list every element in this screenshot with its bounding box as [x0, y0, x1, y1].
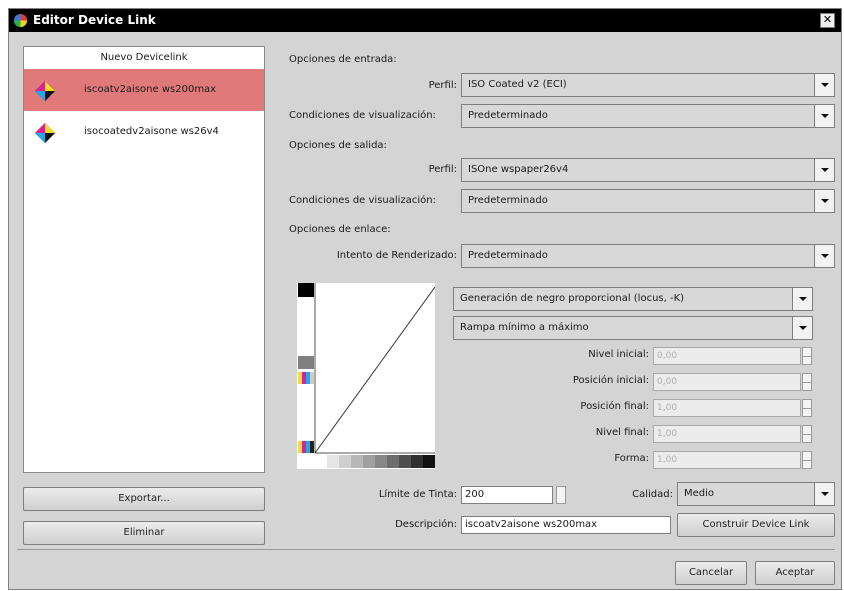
rendering-intent-value: Predeterminado — [468, 250, 548, 261]
cancel-button[interactable]: Cancelar — [675, 561, 747, 585]
output-profile-value: ISOne wspaper26v4 — [468, 164, 569, 175]
end-level-value: 1,00 — [657, 429, 678, 439]
end-level-label: Nivel final: — [595, 427, 649, 438]
spin-arrows-icon[interactable] — [802, 451, 812, 469]
list-item-label: isocoatedv2aisone ws26v4 — [84, 126, 219, 137]
quality-select[interactable]: Medio — [677, 482, 835, 506]
export-button[interactable]: Exportar... — [23, 487, 265, 511]
shape-value: 1,00 — [657, 455, 678, 465]
close-button[interactable]: ✕ — [820, 13, 835, 28]
chevron-down-icon[interactable] — [792, 317, 812, 339]
end-position-input[interactable]: 1,00 — [653, 399, 812, 417]
input-view-label: Condiciones de visualización: — [289, 110, 436, 121]
chevron-down-icon[interactable] — [814, 74, 834, 96]
new-devicelink-item[interactable]: Nuevo Devicelink — [24, 47, 264, 69]
ink-limit-value: 200 — [465, 489, 485, 500]
end-level-input[interactable]: 1,00 — [653, 425, 812, 443]
description-input[interactable]: iscoatv2aisone ws200max — [461, 516, 671, 534]
output-view-value: Predeterminado — [468, 195, 548, 206]
output-profile-label: Perfil: — [428, 164, 457, 175]
end-position-value: 1,00 — [657, 403, 678, 413]
spin-arrows-icon[interactable] — [802, 373, 812, 391]
footer-divider — [17, 549, 835, 550]
black-generation-select[interactable]: Generación de negro proporcional (locus,… — [453, 287, 813, 311]
chevron-down-icon[interactable] — [814, 105, 834, 127]
end-position-label: Posición final: — [580, 401, 649, 412]
ramp-value: Rampa mínimo a máximo — [460, 322, 589, 333]
list-item-label: iscoatv2aisone ws200max — [84, 84, 217, 95]
quality-value: Medio — [684, 488, 715, 499]
spin-arrows-icon[interactable] — [802, 347, 812, 365]
cmyk-profile-icon — [35, 81, 55, 101]
output-profile-select[interactable]: ISOne wspaper26v4 — [461, 158, 835, 182]
start-position-value: 0,00 — [657, 377, 678, 387]
spin-arrows-icon[interactable] — [802, 425, 812, 443]
list-item-selected[interactable]: iscoatv2aisone ws200max — [24, 69, 264, 111]
spin-arrows-icon[interactable] — [802, 399, 812, 417]
titlebar: Editor Device Link ✕ — [9, 9, 841, 32]
app-icon — [13, 13, 28, 28]
chevron-down-icon[interactable] — [814, 245, 834, 267]
rendering-intent-select[interactable]: Predeterminado — [461, 244, 835, 268]
window-title: Editor Device Link — [33, 13, 156, 27]
black-generation-value: Generación de negro proporcional (locus,… — [460, 293, 685, 304]
ink-limit-input[interactable]: 200 — [461, 486, 566, 504]
shape-input[interactable]: 1,00 — [653, 451, 812, 469]
chevron-down-icon[interactable] — [814, 190, 834, 212]
link-options-heading: Opciones de enlace: — [289, 224, 391, 235]
start-level-value: 0,00 — [657, 351, 678, 361]
cmyk-profile-icon — [35, 123, 55, 143]
quality-label: Calidad: — [632, 489, 673, 500]
chevron-down-icon[interactable] — [814, 159, 834, 181]
input-profile-select[interactable]: ISO Coated v2 (ECI) — [461, 73, 835, 97]
start-position-input[interactable]: 0,00 — [653, 373, 812, 391]
close-icon: ✕ — [822, 13, 833, 26]
spin-arrows-icon[interactable] — [556, 486, 566, 504]
input-view-value: Predeterminado — [468, 110, 548, 121]
chevron-down-icon[interactable] — [792, 288, 812, 310]
input-options-heading: Opciones de entrada: — [289, 54, 397, 65]
accept-button[interactable]: Aceptar — [755, 561, 835, 585]
delete-button[interactable]: Eliminar — [23, 521, 265, 545]
start-level-label: Nivel inicial: — [588, 349, 649, 360]
description-label: Descripción: — [395, 519, 457, 530]
shape-label: Forma: — [614, 453, 649, 464]
build-device-link-button[interactable]: Construir Device Link — [677, 513, 835, 537]
rendering-intent-label: Intento de Renderizado: — [336, 250, 457, 261]
ramp-select[interactable]: Rampa mínimo a máximo — [453, 316, 813, 340]
description-value: iscoatv2aisone ws200max — [465, 519, 598, 530]
output-view-select[interactable]: Predeterminado — [461, 189, 835, 213]
input-profile-value: ISO Coated v2 (ECI) — [468, 79, 567, 90]
input-profile-label: Perfil: — [428, 80, 457, 91]
start-position-label: Posición inicial: — [572, 375, 649, 386]
output-view-label: Condiciones de visualización: — [289, 195, 436, 206]
ink-limit-label: Límite de Tinta: — [378, 489, 457, 500]
input-view-select[interactable]: Predeterminado — [461, 104, 835, 128]
chevron-down-icon[interactable] — [814, 483, 834, 505]
list-item[interactable]: isocoatedv2aisone ws26v4 — [24, 111, 264, 153]
devicelink-list[interactable]: Nuevo Devicelink iscoatv2aisone ws200max… — [23, 46, 265, 473]
device-link-editor-window: Editor Device Link ✕ Nuevo Devicelink is… — [8, 8, 842, 590]
black-generation-preview — [297, 283, 435, 469]
start-level-input[interactable]: 0,00 — [653, 347, 812, 365]
output-options-heading: Opciones de salida: — [289, 140, 387, 151]
